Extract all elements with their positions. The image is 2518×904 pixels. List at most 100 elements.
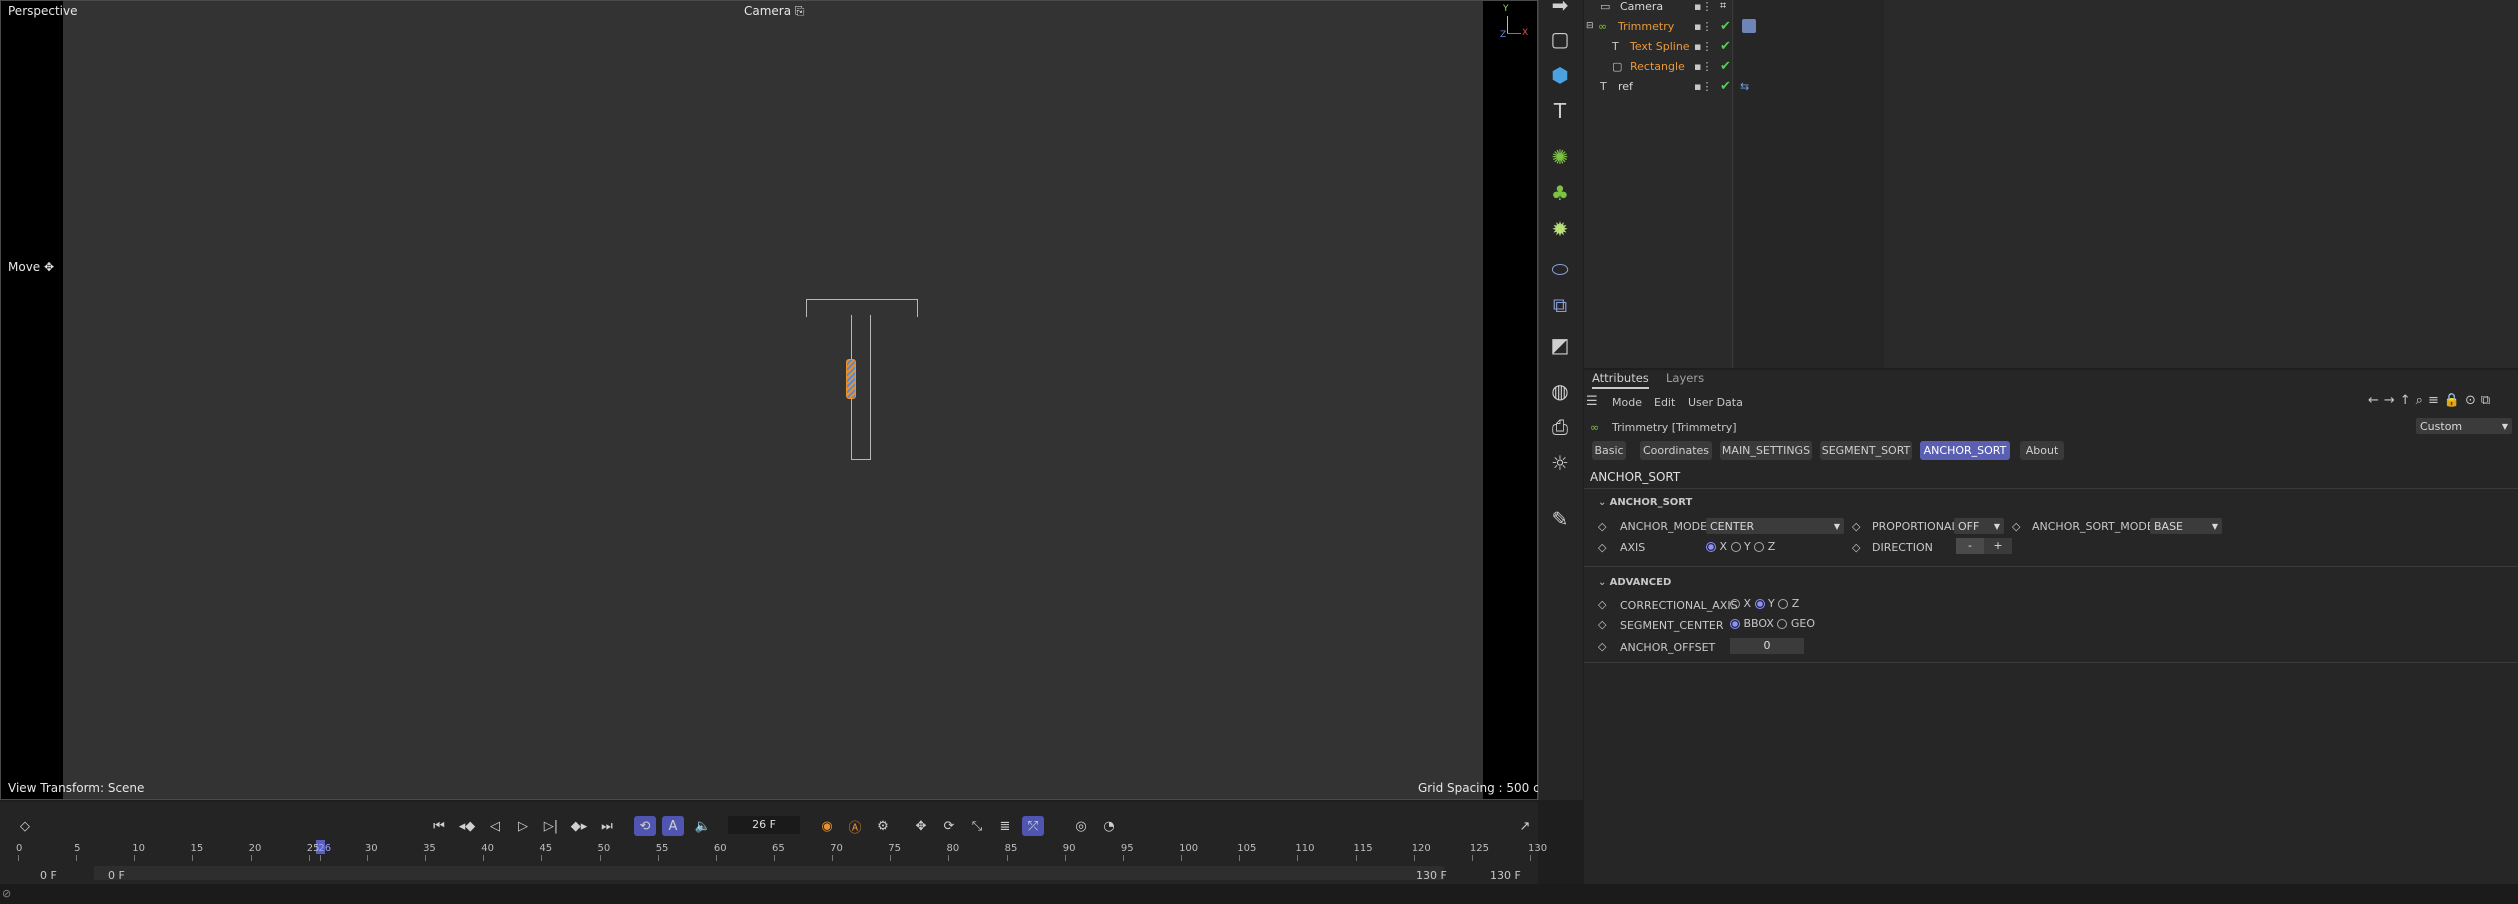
direction-plus-button[interactable]: + (1984, 538, 2012, 554)
corr-x-text: X (1743, 597, 1752, 610)
effector-icon[interactable]: ✹ (1547, 216, 1573, 242)
go-to-start-icon[interactable]: ⏮ (428, 816, 450, 836)
axis-y-radio[interactable] (1730, 542, 1741, 552)
anchor-mode-dropdown[interactable]: CENTER ▼ (1706, 518, 1844, 534)
keyframe-diamond-icon[interactable]: ◇ (2012, 520, 2020, 533)
menu-mode[interactable]: Mode (1612, 396, 1642, 409)
key-position-icon[interactable]: ✥ (910, 816, 932, 836)
record-icon[interactable]: ◉ (816, 816, 838, 836)
keyframe-diamond-icon[interactable]: ◇ (1598, 541, 1606, 554)
seg-geo-radio[interactable] (1777, 619, 1788, 629)
anchor-handle[interactable] (846, 359, 856, 399)
camera-label[interactable]: Camera ⎘ (744, 4, 805, 19)
current-frame-field[interactable]: 26 F (728, 816, 800, 834)
autokey-icon[interactable]: Ⓐ (844, 816, 866, 836)
keyframe-diamond-icon[interactable]: ◇ (1598, 520, 1606, 533)
hamburger-icon[interactable]: ☰ (1586, 394, 1598, 409)
end-frame-field[interactable]: 130 F (1490, 869, 1521, 882)
motion-record-icon[interactable]: ◎ (1070, 816, 1092, 836)
frame-tick-mark (1471, 855, 1473, 861)
viewport[interactable] (0, 0, 1538, 800)
key-rotation-icon[interactable]: ⟳ (938, 816, 960, 836)
loop-icon[interactable]: ⟲ (634, 816, 656, 836)
text-tool-icon[interactable]: T (1547, 98, 1573, 124)
camera-tool-icon[interactable]: ⎙ (1547, 414, 1573, 440)
timeline-settings-icon[interactable]: ◔ (1098, 816, 1120, 836)
view-name-label[interactable]: Perspective (8, 4, 78, 18)
object-name: Camera (1620, 0, 1664, 13)
visibility-dots[interactable]: ▪⋮ (1694, 60, 1712, 73)
keyframe-diamond-icon[interactable]: ◇ (14, 816, 36, 836)
tab-main-settings[interactable]: MAIN_SETTINGS (1720, 441, 1812, 460)
range-slider[interactable] (94, 866, 1444, 880)
cloner-icon[interactable]: ♣ (1547, 180, 1573, 206)
scene-icon[interactable]: ◩ (1547, 332, 1573, 358)
light-icon[interactable]: ☼ (1547, 450, 1573, 476)
prev-frame-icon[interactable]: ◁ (484, 816, 506, 836)
group-advanced-header[interactable]: ⌄ ADVANCED (1598, 577, 1671, 588)
corr-x-radio[interactable] (1730, 599, 1740, 609)
direction-minus-button[interactable]: - (1956, 538, 1984, 554)
render-icon[interactable]: ✎ (1547, 506, 1573, 532)
visibility-dots[interactable]: ▪⋮ (1694, 20, 1712, 33)
enabled-check-icon[interactable]: ✔ (1720, 79, 1731, 94)
corr-y-radio[interactable] (1754, 599, 1765, 609)
tag-icon[interactable]: ⇆ (1740, 80, 1749, 93)
menu-user-data[interactable]: User Data (1688, 396, 1743, 409)
seg-bbox-radio[interactable] (1730, 619, 1740, 629)
sound-icon[interactable]: 🔈 (692, 816, 714, 836)
next-key-icon[interactable]: ◆▸ (568, 816, 590, 836)
anchor-offset-field[interactable]: 0 (1730, 638, 1804, 654)
camera-tag-icon[interactable]: ⌗ (1720, 0, 1726, 13)
go-to-end-icon[interactable]: ⏭ (596, 816, 618, 836)
visibility-dots[interactable]: ▪⋮ (1694, 0, 1712, 13)
tab-segment-sort[interactable]: SEGMENT_SORT (1820, 441, 1912, 460)
rectangle-tool-icon[interactable]: ▢ (1547, 26, 1573, 52)
enabled-check-icon[interactable]: ✔ (1720, 19, 1731, 34)
tab-coordinates[interactable]: Coordinates (1640, 441, 1712, 460)
keyframe-diamond-icon[interactable]: ◇ (1598, 618, 1606, 631)
key-scale-icon[interactable]: ⤡ (966, 816, 988, 836)
visibility-dots[interactable]: ▪⋮ (1694, 80, 1712, 93)
key-param-icon[interactable]: ≣ (994, 816, 1016, 836)
axis-x-radio[interactable] (1706, 542, 1716, 552)
prev-key-icon[interactable]: ◂◆ (456, 816, 478, 836)
enabled-check-icon[interactable]: ✔ (1720, 59, 1731, 74)
key-settings-icon[interactable]: ⚙ (872, 816, 894, 836)
tab-about[interactable]: About (2020, 441, 2064, 460)
collapse-icon[interactable]: ⊟ (1586, 21, 1594, 31)
tag-icon[interactable] (1742, 19, 1756, 33)
tab-anchor-sort[interactable]: ANCHOR_SORT (1920, 441, 2010, 460)
next-frame-icon[interactable]: ▷| (540, 816, 562, 836)
proportional-dropdown[interactable]: OFF ▼ (1954, 518, 2004, 534)
deformer-icon[interactable]: ⬭ (1547, 256, 1573, 282)
anchor-sort-mode-dropdown[interactable]: BASE ▼ (2150, 518, 2222, 534)
corr-z-radio[interactable] (1778, 599, 1789, 609)
fcurve-icon[interactable]: ↗ (1514, 816, 1536, 836)
axis-z-radio[interactable] (1754, 542, 1765, 552)
tab-basic[interactable]: Basic (1592, 441, 1626, 460)
tab-layers[interactable]: Layers (1666, 371, 1704, 385)
keyframe-diamond-icon[interactable]: ◇ (1852, 520, 1860, 533)
globe-icon[interactable]: ◍ (1547, 378, 1573, 404)
autokey-mode-icon[interactable]: A (662, 816, 684, 836)
key-pla-icon[interactable]: ⤱ (1022, 816, 1044, 836)
cube-icon[interactable]: ⬢ (1547, 62, 1573, 88)
generator-icon[interactable]: ✺ (1547, 144, 1573, 170)
keyframe-diamond-icon[interactable]: ◇ (1598, 598, 1606, 611)
group-anchor-header[interactable]: ⌄ ANCHOR_SORT (1598, 497, 1692, 508)
arrow-tool-icon[interactable]: ➡ (1547, 0, 1573, 18)
keyframe-diamond-icon[interactable]: ◇ (1852, 541, 1860, 554)
keyframe-diamond-icon[interactable]: ◇ (1598, 640, 1606, 653)
viewport-canvas[interactable] (63, 1, 1483, 799)
start-frame-field[interactable]: 0 F (40, 869, 57, 882)
play-icon[interactable]: ▷ (512, 816, 534, 836)
preset-dropdown[interactable]: Custom ▼ (2416, 418, 2512, 434)
attribute-nav-icons[interactable]: ←→↑⌕≡🔒⊙⧉ (2368, 393, 2495, 408)
enabled-check-icon[interactable]: ✔ (1720, 39, 1731, 54)
menu-edit[interactable]: Edit (1654, 396, 1675, 409)
tab-attributes[interactable]: Attributes (1592, 371, 1649, 389)
visibility-dots[interactable]: ▪⋮ (1694, 40, 1712, 53)
axis-z-label: Z (1500, 30, 1507, 40)
field-icon[interactable]: ⧉ (1547, 292, 1573, 318)
